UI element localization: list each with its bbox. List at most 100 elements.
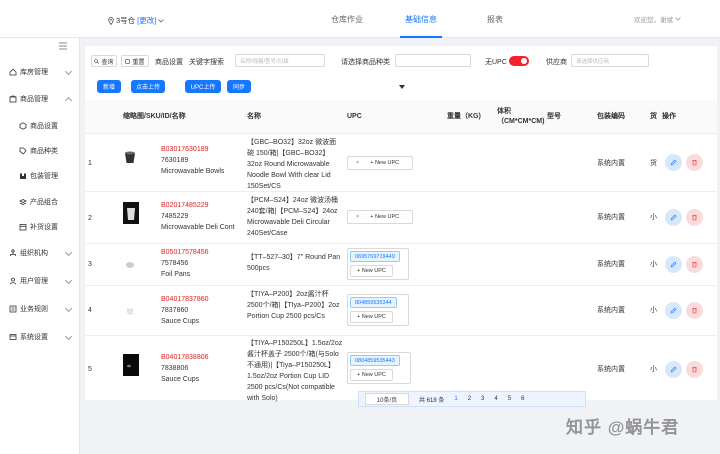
page-4[interactable]: 4 — [494, 396, 497, 402]
caret-down-icon[interactable] — [399, 85, 405, 89]
upc-field[interactable]: 804859535344 + New UPC — [347, 294, 409, 326]
package-icon — [20, 173, 26, 179]
delete-button[interactable] — [686, 209, 703, 226]
welcome-text: 欢迎您，谢斌 — [634, 17, 673, 24]
row-index: 2 — [88, 215, 92, 222]
shelf-value: 货 — [650, 160, 657, 167]
filter-toolbar: 查询 重置 商品设置 关键字搜索 名称/规格/型号/扫描 请选择商品种类 无UP… — [85, 46, 717, 108]
product-id: 7485229 — [161, 213, 189, 220]
new-upc-button[interactable]: + New UPC — [364, 212, 406, 222]
query-button[interactable]: 查询 — [91, 55, 117, 67]
new-upc-button[interactable]: + New UPC — [364, 158, 406, 168]
tab-warehouse-ops[interactable]: 仓库作业 — [310, 0, 384, 38]
table-row: 3 B05017578456 7578456 Foil Pans 【TT–527–3… — [85, 244, 717, 286]
tab-reports[interactable]: 报表 — [458, 0, 532, 38]
upc-tag[interactable]: 0695769719449 — [350, 251, 400, 262]
product-thumbnail — [125, 151, 135, 163]
delete-button[interactable] — [686, 302, 703, 319]
product-title: Microwavable Deli Cont — [161, 224, 235, 231]
menu-collapse-icon[interactable] — [58, 42, 68, 50]
upc-upload-button[interactable]: UPC上传 — [185, 80, 221, 93]
no-upc-label: 无UPC — [485, 59, 507, 66]
delete-button[interactable] — [686, 256, 703, 273]
page-5[interactable]: 5 — [508, 396, 511, 402]
sku-code[interactable]: B04017838806 — [161, 352, 209, 363]
product-name: 【TIYA–P200】2oz酱汁杯 2500个/箱|【TIya–P200】2oz… — [247, 291, 340, 320]
product-title: Microwavable Bowls — [161, 168, 225, 175]
layers-icon — [19, 199, 27, 205]
sidebar: 库房管理 商品管理 商品设置 商品种类 包装管理 产品组合 补货设置 组织机构 … — [0, 38, 80, 454]
chevron-down-icon — [64, 304, 73, 313]
home-icon — [9, 68, 17, 76]
sidebar-item-product-mgmt[interactable]: 商品管理 — [0, 90, 80, 108]
sku-text: B02017485229 7485229 Microwavable Deli Con… — [161, 200, 235, 233]
category-select[interactable] — [395, 54, 471, 67]
delete-button[interactable] — [686, 154, 703, 171]
upc-field[interactable]: × + New UPC — [347, 210, 413, 224]
new-button[interactable]: 新增 — [97, 80, 121, 93]
edit-button[interactable] — [665, 361, 682, 378]
upload-button[interactable]: 点击上传 — [131, 80, 165, 93]
close-icon[interactable]: × — [356, 214, 359, 220]
upc-field[interactable]: 0695769719449 + New UPC — [347, 248, 409, 280]
shelf-value: 小 — [650, 366, 657, 373]
sidebar-item-users[interactable]: 用户管理 — [0, 272, 80, 290]
col-ops: 操作 — [662, 113, 676, 120]
sidebar-item-product-combo[interactable]: 产品组合 — [0, 193, 80, 211]
calendar-icon — [19, 224, 27, 231]
tab-basic-info[interactable]: 基础信息 — [384, 0, 458, 38]
page-1[interactable]: 1 — [454, 396, 457, 402]
upc-field[interactable]: 0804859535443 + New UPC — [347, 352, 411, 384]
sync-button[interactable]: 同步 — [227, 80, 251, 93]
top-bar: 3号仓 [更改] 仓库作业 基础信息 报表 欢迎您，谢斌 — [0, 0, 720, 38]
edit-button[interactable] — [665, 154, 682, 171]
sidebar-item-business-rules[interactable]: 业务规则 — [0, 300, 80, 318]
sidebar-item-system-settings[interactable]: 系统设置 — [0, 328, 80, 346]
sidebar-item-warehouse[interactable]: 库房管理 — [0, 63, 80, 81]
page-2[interactable]: 2 — [468, 396, 471, 402]
page-6[interactable]: 6 — [521, 396, 524, 402]
product-title: Foil Pans — [161, 271, 191, 278]
rules-icon — [9, 305, 17, 313]
keyword-search-input[interactable]: 名称/规格/型号/扫描 — [235, 54, 325, 67]
new-upc-button[interactable]: + New UPC — [350, 311, 393, 323]
edit-button[interactable] — [665, 302, 682, 319]
sku-code[interactable]: B05017578456 — [161, 247, 209, 258]
reset-button[interactable]: 重置 — [121, 55, 149, 67]
edit-icon — [670, 214, 677, 221]
product-title: Sauce Cups — [161, 318, 200, 325]
product-name: 【PCM–S24】24oz 微波汤桶 240套/箱|【PCM–S24】24oz … — [247, 197, 339, 237]
sidebar-item-product-setting[interactable]: 商品设置 — [0, 117, 80, 135]
page-3[interactable]: 3 — [481, 396, 484, 402]
row-index: 4 — [88, 307, 92, 314]
user-menu[interactable]: 欢迎您，谢斌 — [634, 14, 681, 24]
new-upc-button[interactable]: + New UPC — [350, 369, 393, 381]
sku-code[interactable]: B03017630189 — [161, 144, 224, 155]
upc-tag[interactable]: 804859535344 — [350, 297, 397, 308]
edit-button[interactable] — [665, 256, 682, 273]
new-upc-button[interactable]: + New UPC — [350, 265, 393, 277]
delete-button[interactable] — [686, 361, 703, 378]
edit-icon — [670, 307, 677, 314]
sidebar-item-label: 商品管理 — [20, 96, 48, 103]
sidebar-item-replenish[interactable]: 补货设置 — [0, 218, 80, 236]
product-setting-label[interactable]: 商品设置 — [155, 57, 183, 67]
product-id: 7630189 — [161, 157, 189, 164]
sidebar-item-product-category[interactable]: 商品种类 — [0, 142, 80, 160]
no-upc-toggle[interactable] — [509, 56, 529, 66]
sidebar-item-package-mgmt[interactable]: 包装管理 — [0, 167, 80, 185]
warehouse-selector[interactable]: 3号仓 [更改] — [108, 15, 165, 26]
pagination: 10条/页 共 618 条 1 2 3 4 5 6 — [358, 391, 586, 407]
sidebar-item-organization[interactable]: 组织机构 — [0, 244, 80, 262]
supplier-select[interactable]: 请选择供应商 — [571, 54, 649, 67]
upc-field[interactable]: × + New UPC — [347, 156, 413, 170]
sku-code[interactable]: B04017837860 — [161, 294, 209, 305]
sidebar-item-label: 用户管理 — [20, 278, 48, 285]
upc-tag[interactable]: 0804859535443 — [350, 355, 400, 366]
watermark-text: 知乎 @蜗牛君 — [566, 418, 680, 437]
warehouse-change-link[interactable]: [更改] — [137, 15, 156, 26]
sku-code[interactable]: B02017485229 — [161, 200, 235, 211]
edit-button[interactable] — [665, 209, 682, 226]
page-size-select[interactable]: 10条/页 — [365, 393, 409, 405]
close-icon[interactable]: × — [356, 160, 359, 166]
